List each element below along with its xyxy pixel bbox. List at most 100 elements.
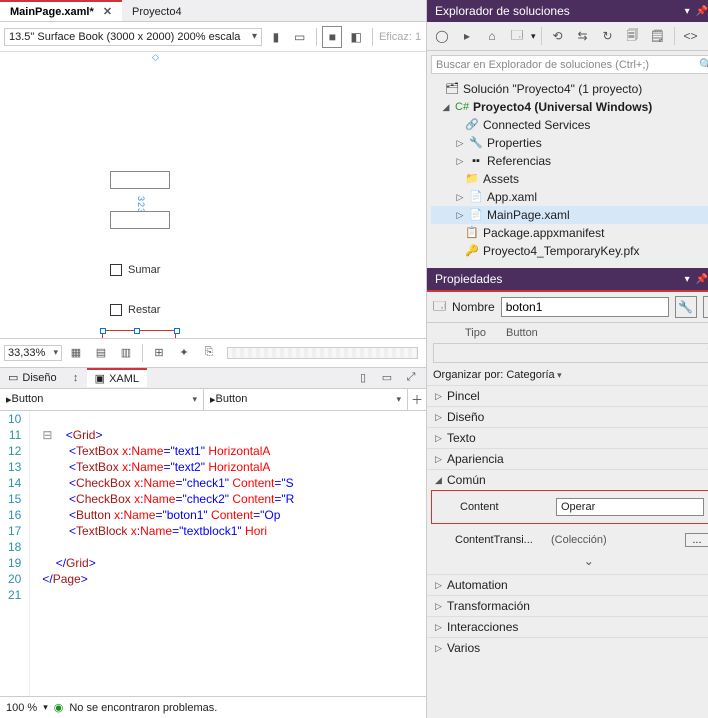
- design-canvas[interactable]: 323 Sumar Restar ⊟ 71 Operar: [46, 66, 406, 338]
- cat-comun[interactable]: ◢Común: [427, 470, 708, 490]
- cat-texto[interactable]: ▷Texto: [427, 428, 708, 448]
- device-combo[interactable]: 13.5" Surface Book (3000 x 2000) 200% es…: [4, 28, 262, 46]
- tree-item-assets[interactable]: 📁Assets: [431, 170, 708, 188]
- tree-item-manifest[interactable]: 📋Package.appxmanifest: [431, 224, 708, 242]
- events-icon[interactable]: ⚡: [703, 296, 708, 318]
- orientation-landscape-icon[interactable]: ▭: [290, 26, 310, 48]
- cat-interacciones[interactable]: ▷Interacciones: [427, 617, 708, 637]
- prop-value-text: Operar: [561, 501, 595, 513]
- tree-item-references[interactable]: ▷▪▪Referencias: [431, 152, 708, 170]
- pin-icon[interactable]: 📌: [696, 274, 708, 285]
- zoom-combo[interactable]: 33,33%: [4, 345, 62, 361]
- separator: [316, 28, 317, 46]
- dropdown-icon[interactable]: ▾: [685, 6, 690, 17]
- code-editor[interactable]: 10 11 12 13 14 15 16 17 18 19 20 21 ⊟ <G…: [0, 411, 426, 697]
- grid3-icon[interactable]: ▥: [115, 342, 137, 364]
- cat-diseno[interactable]: ▷Diseño: [427, 407, 708, 427]
- solution-node[interactable]: 🗂Solución "Proyecto4" (1 proyecto): [431, 80, 708, 98]
- tree-item-properties[interactable]: ▷🔧Properties: [431, 134, 708, 152]
- line-num: 18: [8, 539, 21, 555]
- effects-icon[interactable]: ✦: [173, 342, 195, 364]
- ruler-handle-icon: ◇: [152, 52, 159, 63]
- snap-icon[interactable]: ⊞: [148, 342, 170, 364]
- cat-label: Común: [447, 473, 486, 487]
- showall-icon[interactable]: 🗐: [622, 25, 644, 47]
- checkbox-box-icon: [110, 304, 122, 316]
- item-label: Referencias: [487, 152, 551, 170]
- tree-item-key[interactable]: 🔑Proyecto4_TemporaryKey.pfx: [431, 242, 708, 260]
- tab-proyecto[interactable]: Proyecto4: [122, 2, 192, 21]
- resize-handle[interactable]: [174, 328, 180, 334]
- wrench-icon[interactable]: 🔧: [675, 296, 697, 318]
- status-zoom: 100 %: [6, 702, 37, 714]
- grid2-icon[interactable]: ▤: [90, 342, 112, 364]
- pin-icon[interactable]: 📌: [696, 6, 708, 17]
- code-icon[interactable]: ⎘: [198, 342, 220, 364]
- check1[interactable]: Sumar: [110, 264, 160, 276]
- solution-explorer-header: Explorador de soluciones ▾ 📌 ✕: [427, 0, 708, 22]
- tab-mainpage[interactable]: MainPage.xaml* ✕: [0, 0, 122, 21]
- viewcode-icon[interactable]: <>: [680, 25, 702, 47]
- cat-label: Apariencia: [447, 452, 504, 466]
- properties-icon[interactable]: 🗒: [647, 25, 669, 47]
- fwd-icon[interactable]: ▸: [456, 25, 478, 47]
- collapse-icon[interactable]: ⇆: [572, 25, 594, 47]
- view-xaml-tab[interactable]: ▣ XAML: [87, 368, 147, 387]
- solution-tree[interactable]: 🗂Solución "Proyecto4" (1 proyecto) ◢C#Pr…: [427, 78, 708, 268]
- breadcrumb-bar: ▸ Button ▸ Button ＋: [0, 389, 426, 411]
- back-icon[interactable]: ◯: [431, 25, 453, 47]
- separator: [372, 28, 373, 46]
- scrollbar[interactable]: [227, 347, 418, 359]
- resize-handle[interactable]: [134, 328, 140, 334]
- crumb-right[interactable]: ▸ Button: [204, 389, 408, 410]
- organize-by[interactable]: Organizar por: Categoría: [427, 367, 708, 385]
- code-body[interactable]: ⊟ <Grid> <TextBox x:Name="text1" Horizon…: [30, 411, 294, 697]
- prop-label: ContentTransi...: [455, 534, 545, 546]
- cat-varios[interactable]: ▷Varios: [427, 638, 708, 658]
- cat-pincel[interactable]: ▷Pincel: [427, 386, 708, 406]
- tree-item-connected[interactable]: 🔗Connected Services: [431, 116, 708, 134]
- view-split-icon[interactable]: ◧: [346, 26, 366, 48]
- split-h-icon[interactable]: ▯: [352, 367, 374, 389]
- collection-editor-button[interactable]: ...: [685, 533, 708, 547]
- home-icon[interactable]: ⌂: [481, 25, 503, 47]
- view-design-tab[interactable]: ▭ Diseño: [0, 369, 65, 386]
- solution-search[interactable]: Buscar en Explorador de soluciones (Ctrl…: [431, 55, 708, 74]
- expand-icon[interactable]: ⤢: [400, 367, 422, 389]
- check2[interactable]: Restar: [110, 304, 160, 316]
- cat-transformacion[interactable]: ▷Transformación: [427, 596, 708, 616]
- line-num: 14: [8, 475, 21, 491]
- text2-box[interactable]: [110, 211, 170, 229]
- cat-automation[interactable]: ▷Automation: [427, 575, 708, 595]
- resize-handle[interactable]: [100, 328, 106, 334]
- cat-label: Varios: [447, 641, 480, 655]
- grid1-icon[interactable]: ▦: [65, 342, 87, 364]
- sync-icon[interactable]: ⟲: [547, 25, 569, 47]
- name-input[interactable]: [501, 297, 669, 317]
- toggle-icon[interactable]: 🗔: [506, 25, 528, 47]
- tree-item-mainpage[interactable]: ▷📄MainPage.xaml: [431, 206, 708, 224]
- plus-icon[interactable]: ＋: [408, 389, 426, 411]
- zoom-toolbar: 33,33% ▦ ▤ ▥ ⊞ ✦ ⎘: [0, 338, 426, 367]
- prop-content-value[interactable]: Operar: [556, 498, 704, 516]
- view-full-icon[interactable]: ■: [322, 26, 342, 48]
- crumb-left[interactable]: ▸ Button: [0, 389, 204, 410]
- orientation-portrait-icon[interactable]: ▮: [266, 26, 286, 48]
- properties-search[interactable]: [433, 343, 708, 363]
- expand-more-icon[interactable]: ⌄: [455, 552, 708, 570]
- split-v-icon[interactable]: ▭: [376, 367, 398, 389]
- project-node[interactable]: ◢C#Proyecto4 (Universal Windows): [431, 98, 708, 116]
- cat-apariencia[interactable]: ▷Apariencia: [427, 449, 708, 469]
- text1-box[interactable]: [110, 171, 170, 189]
- more-icon[interactable]: »: [705, 25, 708, 47]
- tree-item-appxaml[interactable]: ▷📄App.xaml: [431, 188, 708, 206]
- swap-icon[interactable]: ↕: [65, 367, 87, 389]
- crumb-left-text: Button: [12, 393, 44, 405]
- design-surface[interactable]: ◇ 323 Sumar Restar ⊟ 71 Operar: [0, 52, 426, 338]
- dropdown-icon[interactable]: ▾: [685, 274, 690, 285]
- close-icon[interactable]: ✕: [103, 6, 112, 18]
- properties-title: Propiedades: [435, 272, 502, 286]
- line-num: 21: [8, 587, 21, 603]
- property-name-row: 🗔 Nombre 🔧 ⚡: [427, 290, 708, 323]
- refresh-icon[interactable]: ↻: [597, 25, 619, 47]
